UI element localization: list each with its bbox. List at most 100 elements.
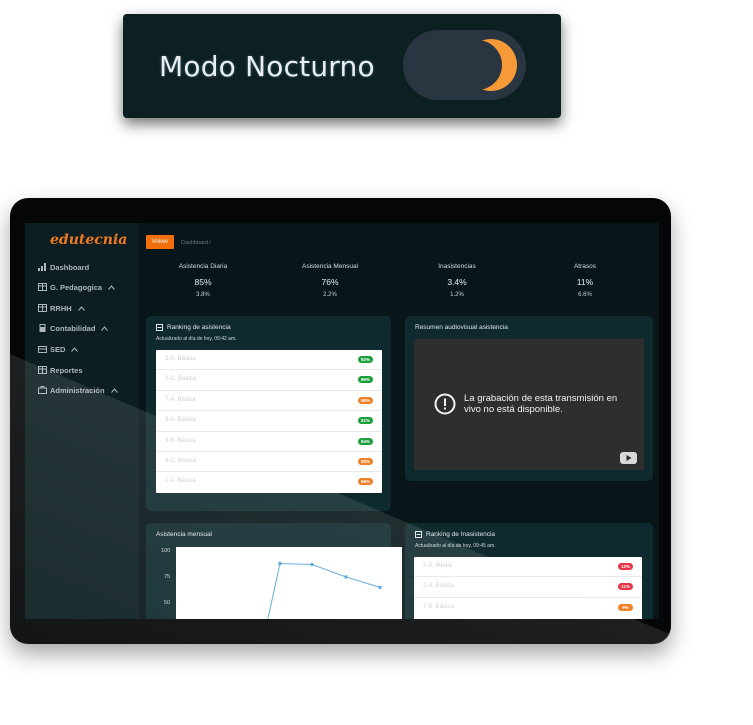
asistencia-mensual-title: Asistencia mensual <box>156 531 212 538</box>
y-tick-label: 50 <box>164 600 171 606</box>
stat-sub-value: 2.2% <box>323 292 337 298</box>
stat-sub-value: 3.8% <box>196 292 210 298</box>
ranking-inasistencia-subtitle: Actualizado al día de hoy, 09:45 am. <box>415 543 496 549</box>
chevron-up-icon <box>71 346 79 352</box>
ranking-row: 1-A. Básica 86% <box>156 472 382 492</box>
stat-asistencia-mensual: Asistencia Mensual 76% 2.2% <box>290 263 370 298</box>
sidebar-item-g-pedagogica[interactable]: G. Pedagogica <box>38 280 115 294</box>
sidebar-item-label: Dashboard <box>50 262 90 272</box>
sidebar-item-label: Administración <box>50 385 105 395</box>
stat-sub-value: 1.2% <box>450 292 464 298</box>
main-content: Volver Dashboard / Asistencia Diaria 85%… <box>139 223 659 619</box>
inbox-icon <box>38 346 47 353</box>
stat-asistencia-diaria: Asistencia Diaria 85% 3.8% <box>163 263 243 298</box>
ranking-row-badge: 81% <box>357 417 373 425</box>
list-icon <box>156 324 163 331</box>
calculator-icon <box>39 324 46 332</box>
stat-atrasos: Atrasos 11% 6.6% <box>545 263 625 298</box>
ranking-inasistencia-list: 2-A. Media 12% 2-A. Básica 11% 7-B. Básica 9% <box>414 557 642 619</box>
brand-logo[interactable]: edutecnia <box>50 232 127 248</box>
video-unavailable-message: La grabación de esta transmisión en vivo… <box>464 393 618 415</box>
asistencia-line-chart <box>267 561 382 619</box>
ranking-row: 7-A. Básica 86% <box>156 391 382 412</box>
ranking-row-name: 4-C. Básica <box>165 457 197 464</box>
card-title: Ranking de Inasistencia <box>415 531 495 538</box>
chart-plot-area <box>176 547 402 619</box>
stat-label: Asistencia Mensual <box>302 263 358 270</box>
ranking-row-name: 2-A. Básica <box>423 583 454 590</box>
dark-mode-card: Modo Nocturno <box>123 14 561 118</box>
ranking-row-name: 2-C. Básica <box>165 376 197 383</box>
ranking-row-badge: 12% <box>617 563 633 570</box>
dashboard-screen: edutecnia Dashboard G. Pedagogica RRHH C… <box>25 223 659 619</box>
video-player[interactable]: La grabación de esta transmisión en vivo… <box>414 339 644 470</box>
back-button[interactable]: Volver <box>146 235 174 249</box>
card-title: Ranking de asistencia <box>156 324 231 331</box>
ranking-inasistencia-card: Ranking de Inasistencia Actualizado al d… <box>405 523 653 619</box>
ranking-row-badge: 86% <box>357 478 373 486</box>
data-point[interactable] <box>278 561 282 566</box>
ranking-row: 2-A. Media 12% <box>414 557 642 578</box>
ranking-row: 3-A. Básica 81% <box>156 411 382 432</box>
stat-value: 85% <box>194 277 212 287</box>
table-icon <box>38 283 47 291</box>
sidebar-item-reportes[interactable]: Reportes <box>38 363 83 377</box>
series-line <box>267 562 381 619</box>
sidebar-item-label: RRHH <box>50 303 72 313</box>
card-title: Asistencia mensual <box>156 531 212 538</box>
y-tick-label: 75 <box>164 574 171 580</box>
ranking-row: 3-B. Básica 84% <box>156 432 382 452</box>
list-icon <box>415 531 422 538</box>
ranking-asistencia-card: Ranking de asistencia Actualizado al día… <box>146 316 391 511</box>
sidebar-item-sed[interactable]: SED <box>38 342 79 356</box>
data-point[interactable] <box>378 585 382 590</box>
ranking-row-badge: 11% <box>618 583 633 591</box>
sidebar-item-contabilidad[interactable]: Contabilidad <box>38 321 109 335</box>
ranking-row: 2-C. Básica 86% <box>156 370 382 391</box>
data-point[interactable] <box>310 562 314 567</box>
ranking-row-badge: 88% <box>357 457 373 465</box>
ranking-row: 7-B. Básica 9% <box>414 598 642 618</box>
ranking-asistencia-list: 2-A. Básica 92% 2-C. Básica 86% 7-A. Básica 8… <box>156 350 382 493</box>
ranking-row: 2-A. Básica 11% <box>414 577 642 598</box>
table-icon <box>38 304 47 312</box>
stat-label: Atrasos <box>573 263 597 270</box>
chevron-up-icon <box>77 305 85 311</box>
sidebar-item-rrhh[interactable]: RRHH <box>38 301 85 315</box>
ranking-row-name: 3-B. Básica <box>165 437 196 444</box>
youtube-icon[interactable] <box>620 452 637 464</box>
dark-mode-toggle[interactable] <box>403 30 526 100</box>
breadcrumb[interactable]: Dashboard / <box>181 240 211 246</box>
card-title: Resumen audiovisual asistencia <box>415 324 508 331</box>
video-card-title: Resumen audiovisual asistencia <box>415 324 508 331</box>
chevron-up-icon <box>110 387 118 393</box>
stat-value: 76% <box>321 277 339 287</box>
ranking-row-name: 1-A. Básica <box>165 478 196 485</box>
bar-chart-icon <box>38 263 46 271</box>
ranking-row-badge: 86% <box>357 376 373 384</box>
ranking-row: 4-C. Básica 88% <box>156 452 382 473</box>
sidebar-item-label: SED <box>50 344 66 354</box>
stat-label: Inasistencias <box>438 263 476 270</box>
sidebar: edutecnia Dashboard G. Pedagogica RRHH C… <box>25 223 139 619</box>
alert-circle-icon <box>434 393 456 415</box>
sidebar-item-label: Contabilidad <box>50 323 96 333</box>
sidebar-item-administracion[interactable]: Administración <box>38 383 118 397</box>
ranking-asistencia-subtitle: Actualizado al día de hoy, 09:42 am. <box>156 336 237 342</box>
ranking-row-name: 7-B. Básica <box>423 603 454 610</box>
moon-icon <box>465 39 517 91</box>
sidebar-item-dashboard[interactable]: Dashboard <box>38 260 89 274</box>
ranking-row-name: 2-A. Básica <box>165 356 196 362</box>
stat-value: 3.4% <box>447 277 467 287</box>
ranking-row-name: 3-A. Básica <box>165 417 196 424</box>
ranking-asistencia-title: Ranking de asistencia <box>167 324 231 331</box>
monitor-frame: edutecnia Dashboard G. Pedagogica RRHH C… <box>10 198 671 644</box>
table-icon <box>38 366 47 374</box>
y-tick-label: 100 <box>161 548 171 554</box>
data-point[interactable] <box>344 575 348 579</box>
ranking-inasistencia-title: Ranking de Inasistencia <box>426 531 496 538</box>
ranking-row-badge: 92% <box>357 356 373 363</box>
stat-sub-value: 6.6% <box>578 292 592 298</box>
sidebar-item-label: Reportes <box>50 365 83 375</box>
sidebar-item-label: G. Pedagogica <box>50 282 103 292</box>
